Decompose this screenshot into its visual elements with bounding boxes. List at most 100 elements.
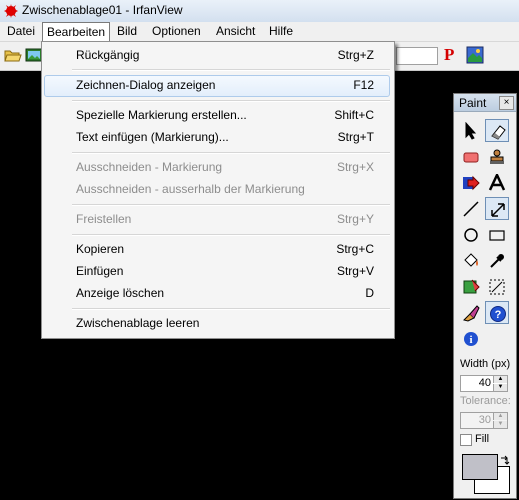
menu-bar: Datei Bearbeiten Bild Optionen Ansicht H…: [0, 22, 519, 42]
fill-tool[interactable]: [459, 249, 483, 272]
foreground-color-swatch[interactable]: [462, 454, 498, 480]
brush-icon: [463, 305, 480, 322]
menu-item-label: Text einfügen (Markierung)...: [76, 130, 229, 144]
paint-palette: Paint × ? i Width (px) 40 ▲ ▼ Tolerance:…: [453, 93, 517, 499]
thumbnails-icon[interactable]: [466, 46, 484, 64]
eyedropper-icon: [490, 254, 504, 268]
edit-menu-dropdown: Rückgängig Strg+Z Zeichnen-Dialog anzeig…: [41, 41, 395, 339]
menu-item-paste[interactable]: Einfügen Strg+V: [44, 261, 390, 281]
red-eraser-icon: [463, 152, 479, 163]
clone-tool[interactable]: [459, 301, 483, 324]
tolerance-spinner: 30 ▲ ▼: [460, 412, 508, 429]
spin-down-icon[interactable]: ▼: [493, 384, 507, 391]
width-spinner[interactable]: 40 ▲ ▼: [460, 375, 508, 392]
p-icon[interactable]: P: [444, 45, 454, 65]
menu-separator: [72, 204, 390, 206]
window-title: Zwischenablage01 - IrfanView: [22, 3, 183, 17]
menu-item-shortcut: Strg+T: [337, 130, 374, 144]
irfanview-logo-icon: [4, 4, 18, 18]
menu-bearbeiten[interactable]: Bearbeiten: [42, 22, 111, 41]
menu-item-label: Anzeige löschen: [76, 286, 165, 300]
menu-datei[interactable]: Datei: [3, 23, 39, 39]
paint-title: Paint: [459, 96, 487, 110]
width-label: Width (px): [460, 358, 511, 370]
menu-separator: [72, 152, 390, 154]
menu-separator: [72, 234, 390, 236]
width-value: 40: [478, 377, 491, 389]
menu-item-label: Rückgängig: [76, 48, 140, 62]
image-effect-tool[interactable]: [459, 275, 483, 298]
info-tool[interactable]: i: [459, 327, 483, 350]
paint-bucket-icon: [464, 253, 478, 267]
tolerance-label: Tolerance:: [460, 395, 511, 407]
menu-separator: [72, 100, 390, 102]
text-tool[interactable]: [485, 171, 509, 194]
menu-item-shortcut: Shift+C: [334, 108, 374, 122]
menu-item-cut-outside-selection: Ausschneiden - ausserhalb der Markierung: [44, 179, 390, 199]
dotted-selection-icon: [489, 279, 505, 295]
svg-text:i: i: [469, 334, 472, 346]
menu-item-show-paint-dialog[interactable]: Zeichnen-Dialog anzeigen F12: [44, 75, 390, 97]
menu-item-copy[interactable]: Kopieren Strg+C: [44, 239, 390, 259]
spin-up-icon: ▲: [493, 413, 507, 420]
open-folder-icon[interactable]: [4, 46, 22, 64]
menu-item-shortcut: Strg+X: [336, 160, 374, 174]
double-arrow-icon: [491, 203, 505, 217]
menu-item-label: Spezielle Markierung erstellen...: [76, 108, 247, 122]
menu-item-shortcut: Strg+Y: [336, 212, 374, 226]
menu-item-special-selection[interactable]: Spezielle Markierung erstellen... Shift+…: [44, 105, 390, 125]
menu-separator: [72, 308, 390, 310]
info-icon: i: [464, 332, 478, 346]
menu-item-insert-text[interactable]: Text einfügen (Markierung)... Strg+T: [44, 127, 390, 147]
color-picker-tool[interactable]: [485, 249, 509, 272]
swap-colors-icon[interactable]: [499, 454, 511, 466]
toolbar-input[interactable]: [396, 47, 438, 65]
circle-icon: [464, 228, 478, 242]
tolerance-value: 30: [478, 414, 491, 426]
menu-item-clear-display[interactable]: Anzeige löschen D: [44, 283, 390, 303]
menu-item-cut-selection: Ausschneiden - Markierung Strg+X: [44, 157, 390, 177]
arrow-right-icon: [463, 175, 480, 191]
arrow-cursor-icon: [465, 122, 477, 140]
line-icon: [463, 201, 479, 217]
ellipse-tool[interactable]: [459, 223, 483, 246]
paint-title-bar[interactable]: Paint ×: [454, 94, 516, 112]
close-icon[interactable]: ×: [499, 96, 514, 110]
stamp-tool[interactable]: [485, 145, 509, 168]
menu-item-clear-clipboard[interactable]: Zwischenablage leeren: [44, 313, 390, 333]
crop-selection-tool[interactable]: [485, 275, 509, 298]
title-bar: Zwischenablage01 - IrfanView: [0, 0, 519, 23]
eraser-tool[interactable]: [485, 119, 509, 142]
menu-item-shortcut: D: [365, 286, 374, 300]
fill-checkbox[interactable]: [460, 434, 472, 446]
menu-item-crop: Freistellen Strg+Y: [44, 209, 390, 229]
selection-tool[interactable]: [459, 119, 483, 142]
help-question-icon: ?: [490, 306, 506, 322]
eraser-icon: [491, 125, 506, 140]
menu-item-label: Ausschneiden - Markierung: [76, 160, 223, 174]
menu-item-label: Ausschneiden - ausserhalb der Markierung: [76, 182, 305, 196]
menu-item-label: Zeichnen-Dialog anzeigen: [76, 78, 216, 92]
fill-label: Fill: [475, 433, 490, 445]
menu-optionen[interactable]: Optionen: [148, 23, 205, 39]
picture-effect-icon: [463, 279, 480, 294]
spin-up-icon[interactable]: ▲: [493, 376, 507, 383]
arrow-line-tool[interactable]: [485, 197, 509, 220]
menu-bild[interactable]: Bild: [113, 23, 141, 39]
menu-item-shortcut: F12: [353, 78, 374, 92]
menu-ansicht[interactable]: Ansicht: [212, 23, 259, 39]
menu-item-label: Zwischenablage leeren: [76, 316, 200, 330]
stamp-icon: [490, 149, 504, 164]
menu-item-label: Einfügen: [76, 264, 124, 278]
arrow-shape-tool[interactable]: [459, 171, 483, 194]
menu-hilfe[interactable]: Hilfe: [265, 23, 297, 39]
menu-item-label: Kopieren: [76, 242, 125, 256]
line-tool[interactable]: [459, 197, 483, 220]
text-a-icon: [488, 174, 506, 191]
rectangle-icon: [489, 230, 505, 241]
menu-item-undo[interactable]: Rückgängig Strg+Z: [44, 45, 390, 65]
rectangle-tool[interactable]: [485, 223, 509, 246]
menu-item-shortcut: Strg+C: [336, 242, 374, 256]
help-tool[interactable]: ?: [485, 301, 509, 324]
red-eraser-tool[interactable]: [459, 145, 483, 168]
